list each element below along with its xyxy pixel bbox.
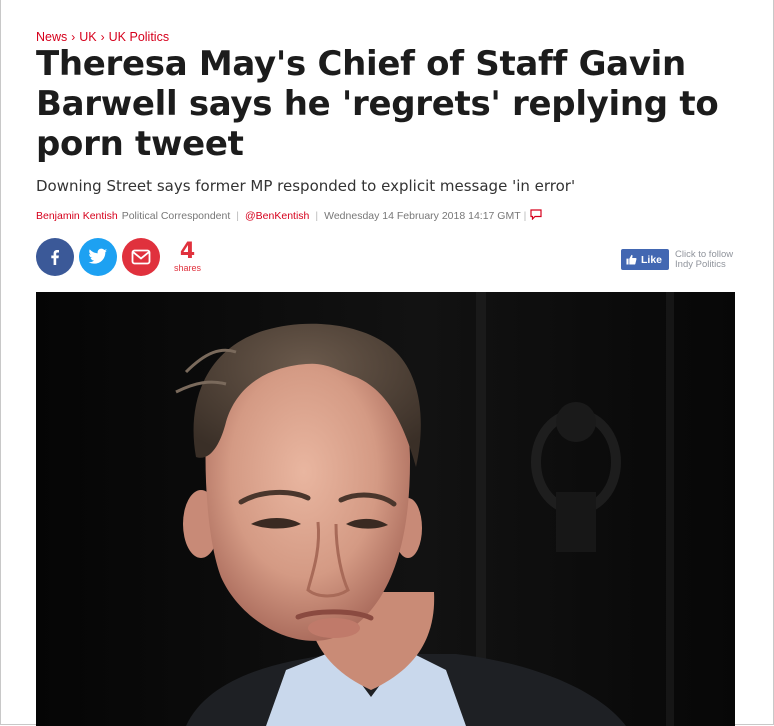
twitter-icon — [88, 248, 108, 264]
like-label: Like — [641, 253, 663, 266]
facebook-like-button[interactable]: Like — [621, 249, 670, 270]
facebook-share-button[interactable] — [36, 238, 74, 276]
publish-date: Wednesday 14 February 2018 14:17 GMT — [324, 210, 521, 222]
author-role: Political Correspondent — [121, 210, 231, 222]
breadcrumb-uk[interactable]: UK — [79, 30, 96, 44]
share-count-number: 4 — [179, 238, 196, 264]
author-twitter-handle[interactable]: @BenKentish — [245, 210, 309, 222]
twitter-share-button[interactable] — [79, 238, 117, 276]
breadcrumb: News › UK › UK Politics — [36, 30, 169, 44]
email-share-button[interactable] — [122, 238, 160, 276]
byline-divider: | — [236, 210, 240, 222]
breadcrumb-news[interactable]: News — [36, 30, 67, 44]
share-count: 4 shares — [174, 238, 202, 274]
thumbs-up-icon — [626, 254, 637, 265]
author-link[interactable]: Benjamin Kentish — [36, 210, 118, 222]
byline-divider: | — [315, 210, 319, 222]
byline: Benjamin Kentish Political Correspondent… — [36, 209, 542, 223]
breadcrumb-separator: › — [100, 30, 105, 44]
article-lead-image — [36, 292, 735, 726]
email-icon — [131, 249, 151, 265]
article-headline: Theresa May's Chief of Staff Gavin Barwe… — [36, 44, 719, 164]
share-bar: 4 shares — [36, 238, 201, 276]
share-count-label: shares — [174, 262, 202, 273]
breadcrumb-separator: › — [71, 30, 76, 44]
comment-icon[interactable] — [530, 209, 542, 223]
breadcrumb-uk-politics[interactable]: UK Politics — [109, 30, 169, 44]
byline-divider: | — [523, 210, 527, 222]
follow-prompt: Click to follow Indy Politics — [675, 248, 734, 270]
facebook-icon — [51, 250, 59, 265]
article-standfirst: Downing Street says former MP responded … — [36, 177, 576, 195]
follow-widget: Like Click to follow Indy Politics — [621, 249, 745, 270]
